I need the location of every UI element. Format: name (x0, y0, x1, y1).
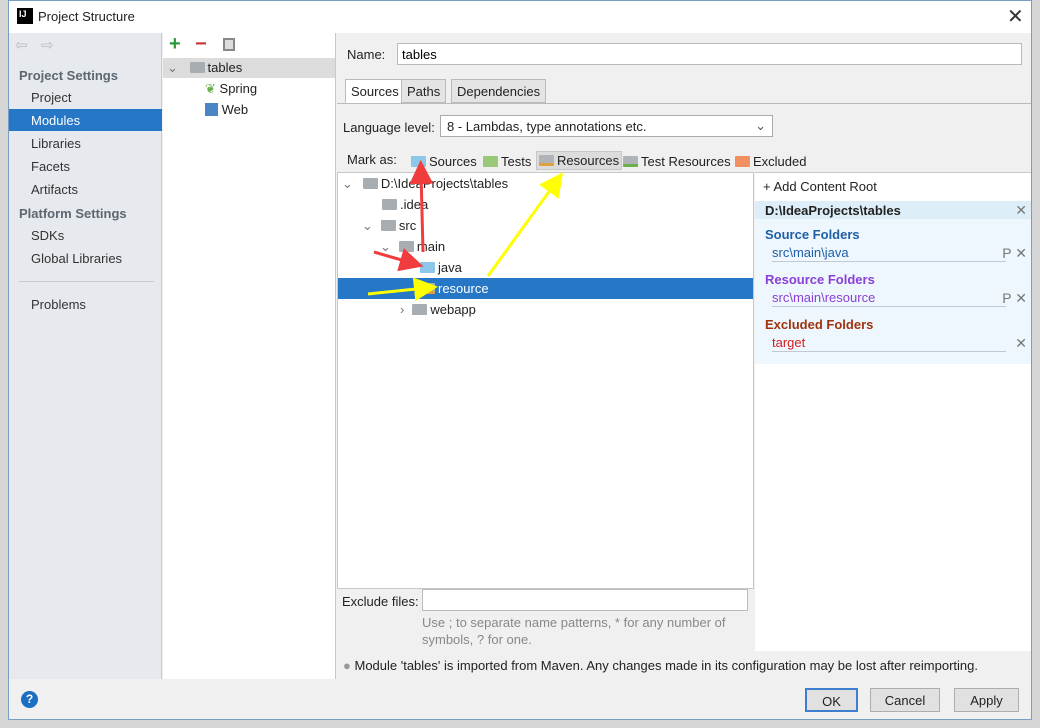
red-arrow-to-sources (409, 160, 434, 253)
annotation-arrows (367, 160, 564, 302)
yellow-arrow-to-resource (367, 277, 438, 302)
red-arrow-to-java (373, 248, 424, 272)
yellow-arrow-to-resources (486, 172, 564, 277)
